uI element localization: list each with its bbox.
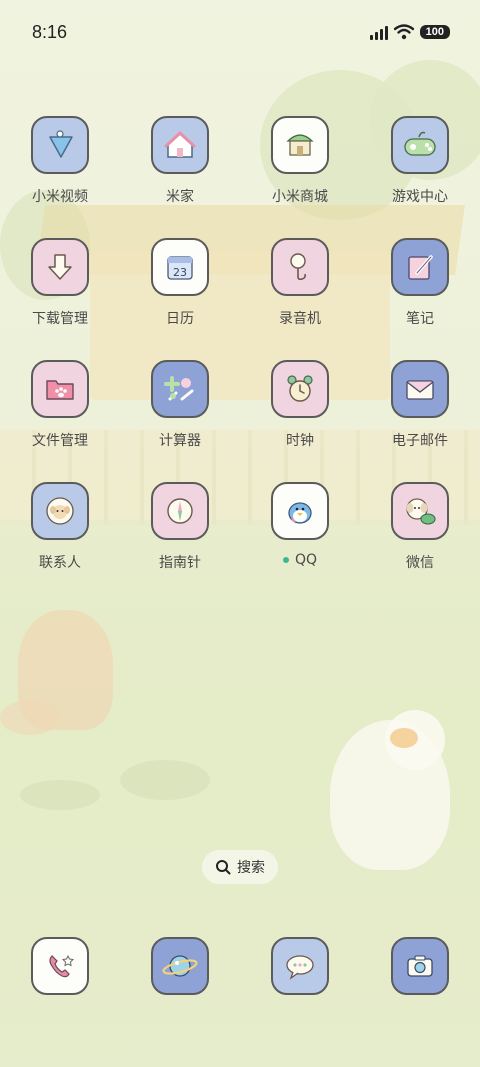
- app-compass[interactable]: 指南针: [120, 482, 240, 604]
- app-calculator[interactable]: 计算器: [120, 360, 240, 482]
- wifi-icon: [393, 24, 414, 40]
- shop-icon: [271, 116, 329, 174]
- app-game-center[interactable]: 游戏中心: [360, 116, 480, 238]
- qq-icon: [271, 482, 329, 540]
- app-label: 计算器: [159, 433, 201, 449]
- app-xiaomi-video[interactable]: 小米视频: [0, 116, 120, 238]
- dock-phone[interactable]: [0, 937, 120, 995]
- app-label: 日历: [166, 311, 194, 327]
- app-row: 文件管理 计算器 时钟 电子邮件: [0, 360, 480, 482]
- app-row: 下载管理 23 日历 录音机 笔记: [0, 238, 480, 360]
- app-label: 联系人: [39, 555, 81, 571]
- folder-icon: [31, 360, 89, 418]
- download-icon: [31, 238, 89, 296]
- status-time: 8:16: [32, 22, 68, 42]
- app-contacts[interactable]: 联系人: [0, 482, 120, 604]
- search-label: 搜索: [237, 860, 265, 876]
- app-label: 下载管理: [32, 311, 88, 327]
- wechat-icon: [391, 482, 449, 540]
- app-notes[interactable]: 笔记: [360, 238, 480, 360]
- compass-icon: [151, 482, 209, 540]
- app-label: 微信: [406, 555, 434, 571]
- contacts-icon: [31, 482, 89, 540]
- app-label: QQ: [282, 552, 318, 568]
- battery-icon: 100: [419, 25, 450, 39]
- calendar-icon: 23: [151, 238, 209, 296]
- app-label: 录音机: [279, 311, 321, 327]
- status-icons: 100: [369, 24, 450, 40]
- app-row: 联系人 指南针 QQ 微信: [0, 482, 480, 604]
- app-label: 游戏中心: [392, 189, 448, 205]
- browser-icon: [151, 937, 209, 995]
- app-label: 文件管理: [32, 433, 88, 449]
- app-label-text: QQ: [294, 552, 318, 568]
- mail-icon: [391, 360, 449, 418]
- app-label: 电子邮件: [392, 433, 448, 449]
- search-icon: [216, 860, 231, 875]
- app-wechat[interactable]: 微信: [360, 482, 480, 604]
- signal-icon: [369, 24, 388, 40]
- app-email[interactable]: 电子邮件: [360, 360, 480, 482]
- camera-icon: [391, 937, 449, 995]
- calculator-icon: [151, 360, 209, 418]
- app-label: 米家: [166, 189, 194, 205]
- app-label: 笔记: [406, 311, 434, 327]
- calendar-day: 23: [173, 266, 187, 279]
- app-row: 小米视频 米家 小米商城 游戏中心: [0, 116, 480, 238]
- status-bar: 8:16 100: [0, 0, 480, 68]
- notification-dot: [282, 557, 289, 563]
- app-downloads[interactable]: 下载管理: [0, 238, 120, 360]
- search-button[interactable]: 搜索: [202, 850, 278, 884]
- dock-messages[interactable]: [240, 937, 360, 995]
- app-calendar[interactable]: 23 日历: [120, 238, 240, 360]
- app-clock[interactable]: 时钟: [240, 360, 360, 482]
- phone-icon: [31, 937, 89, 995]
- dock-browser[interactable]: [120, 937, 240, 995]
- app-mijia[interactable]: 米家: [120, 116, 240, 238]
- app-xiaomi-store[interactable]: 小米商城: [240, 116, 360, 238]
- app-label: 时钟: [286, 433, 314, 449]
- messages-icon: [271, 937, 329, 995]
- microphone-icon: [271, 238, 329, 296]
- app-recorder[interactable]: 录音机: [240, 238, 360, 360]
- app-file-manager[interactable]: 文件管理: [0, 360, 120, 482]
- video-icon: [31, 116, 89, 174]
- app-label: 指南针: [159, 555, 201, 571]
- app-label: 小米商城: [272, 189, 328, 205]
- notes-icon: [391, 238, 449, 296]
- gamepad-icon: [391, 116, 449, 174]
- dock: [0, 937, 480, 995]
- app-qq[interactable]: QQ: [240, 482, 360, 604]
- dock-camera[interactable]: [360, 937, 480, 995]
- clock-icon: [271, 360, 329, 418]
- app-grid: 小米视频 米家 小米商城 游戏中心 下载管理 23 日历 录音机 笔记 文件管理…: [0, 116, 480, 604]
- home-icon: [151, 116, 209, 174]
- app-label: 小米视频: [32, 189, 88, 205]
